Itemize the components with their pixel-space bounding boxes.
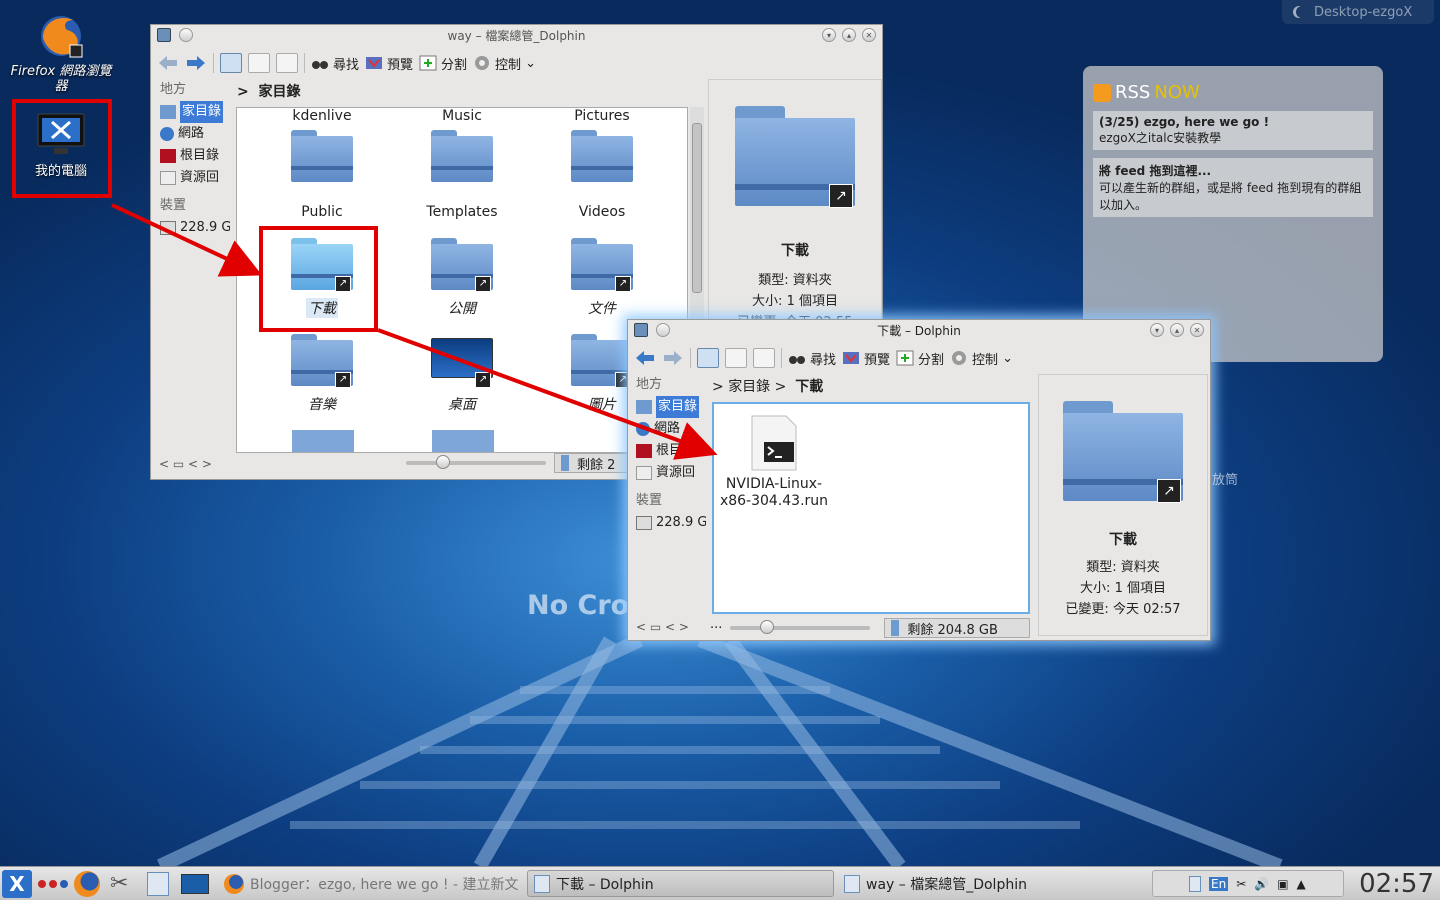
taskbar: X ✂ Blogger：ezgo, here we go ! - 建立新文章 下… bbox=[0, 866, 1440, 900]
scissors-icon[interactable]: ✂ bbox=[1236, 877, 1246, 891]
activities-icon[interactable] bbox=[38, 880, 68, 888]
dolphin-icon bbox=[844, 874, 860, 893]
task-label: way – 檔案總管_Dolphin bbox=[866, 876, 1027, 893]
volume-icon[interactable]: 🔊 bbox=[1254, 877, 1269, 891]
task-home-dolphin[interactable]: way – 檔案總管_Dolphin bbox=[838, 870, 1138, 897]
annotation-arrows bbox=[111, 203, 718, 460]
firefox-launcher-icon[interactable] bbox=[74, 871, 100, 897]
desktop: No Cros Desktop-ezgoX Firefox 網路瀏覽器 我的電腦… bbox=[0, 0, 1440, 866]
start-menu-icon[interactable]: X bbox=[2, 870, 32, 898]
dolphin-icon bbox=[534, 874, 550, 893]
tools-launcher-icon[interactable]: ✂ bbox=[110, 871, 128, 896]
task-label: 下載 – Dolphin bbox=[556, 876, 654, 893]
network-icon[interactable]: ▣ bbox=[1277, 877, 1288, 891]
task-firefox-blogger[interactable]: Blogger：ezgo, here we go ! - 建立新文章 bbox=[218, 870, 518, 897]
notes-icon[interactable] bbox=[1189, 875, 1201, 892]
task-label: Blogger：ezgo, here we go ! - 建立新文章 bbox=[250, 876, 518, 893]
firefox-icon bbox=[224, 873, 244, 894]
task-downloads-dolphin[interactable]: 下載 – Dolphin bbox=[527, 870, 834, 897]
show-desktop-icon[interactable] bbox=[181, 874, 209, 894]
tray-expand-icon[interactable]: ▲ bbox=[1297, 877, 1306, 891]
input-method-indicator[interactable]: En bbox=[1209, 876, 1229, 891]
clock[interactable]: 02:57 bbox=[1359, 869, 1434, 899]
dolphin-launcher-icon[interactable] bbox=[147, 872, 169, 896]
system-tray: En ✂ 🔊 ▣ ▲ bbox=[1152, 870, 1344, 897]
